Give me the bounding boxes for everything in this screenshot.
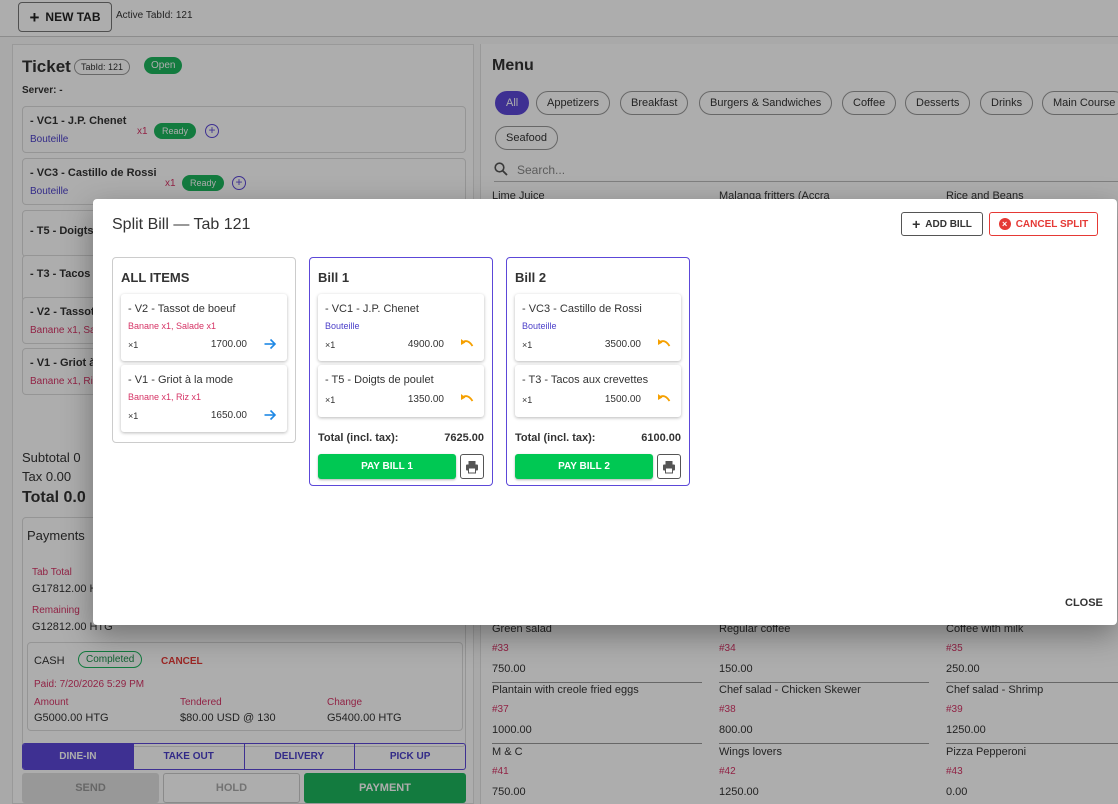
- printer-icon: [663, 460, 675, 473]
- item-name: - T3 - Tacos aux crevettes: [522, 374, 649, 386]
- pay-bill-button[interactable]: PAY BILL 2: [515, 454, 653, 479]
- bill-title: Bill 2: [515, 270, 547, 285]
- split-item-card[interactable]: - V2 - Tassot de boeuf Banane x1, Salade…: [121, 294, 287, 361]
- print-bill-button[interactable]: [460, 454, 484, 479]
- undo-icon[interactable]: [657, 392, 671, 406]
- split-bill-dialog: Split Bill — Tab 121 + ADD BILL × CANCEL…: [93, 199, 1117, 625]
- plus-icon: +: [912, 216, 921, 232]
- item-modifiers: Bouteille: [522, 321, 557, 331]
- item-price: 1700.00: [210, 339, 247, 350]
- item-name: - VC1 - J.P. Chenet: [325, 303, 419, 315]
- item-price: 1350.00: [407, 394, 444, 405]
- arrow-right-icon[interactable]: [263, 337, 277, 351]
- cancel-split-button[interactable]: × CANCEL SPLIT: [989, 212, 1098, 236]
- pay-bill-button[interactable]: PAY BILL 1: [318, 454, 456, 479]
- printer-icon: [466, 460, 478, 473]
- bill-title: Bill 1: [318, 270, 350, 285]
- undo-icon[interactable]: [657, 337, 671, 351]
- item-qty: ×1: [128, 340, 139, 350]
- item-name: - V2 - Tassot de boeuf: [128, 303, 236, 315]
- item-name: - VC3 - Castillo de Rossi: [522, 303, 642, 315]
- item-price: 3500.00: [604, 339, 641, 350]
- split-item-card[interactable]: - VC3 - Castillo de Rossi Bouteille ×1 3…: [515, 294, 681, 361]
- add-bill-label: ADD BILL: [925, 218, 972, 230]
- bill-total-value: 7625.00: [444, 432, 484, 444]
- split-item-card[interactable]: - VC1 - J.P. Chenet Bouteille ×1 4900.00: [318, 294, 484, 361]
- split-item-card[interactable]: - T5 - Doigts de poulet ×1 1350.00: [318, 365, 484, 417]
- column-title: ALL ITEMS: [121, 270, 190, 285]
- undo-icon[interactable]: [460, 392, 474, 406]
- item-qty: ×1: [128, 411, 139, 421]
- undo-icon[interactable]: [460, 337, 474, 351]
- split-item-card[interactable]: - T3 - Tacos aux crevettes ×1 1500.00: [515, 365, 681, 417]
- bill-column-1: Bill 1 - VC1 - J.P. Chenet Bouteille ×1 …: [309, 257, 493, 486]
- item-qty: ×1: [325, 340, 336, 350]
- item-modifiers: Banane x1, Riz x1: [128, 392, 202, 402]
- item-price: 1650.00: [210, 410, 247, 421]
- split-item-card[interactable]: - V1 - Griot à la mode Banane x1, Riz x1…: [121, 365, 287, 432]
- item-name: - T5 - Doigts de poulet: [325, 374, 434, 386]
- cancel-split-label: CANCEL SPLIT: [1015, 218, 1089, 230]
- bill-total-value: 6100.00: [641, 432, 681, 444]
- all-items-column: ALL ITEMS - V2 - Tassot de boeuf Banane …: [112, 257, 296, 443]
- item-modifiers: Banane x1, Salade x1: [128, 321, 217, 331]
- print-bill-button[interactable]: [657, 454, 681, 479]
- bill-column-2: Bill 2 - VC3 - Castillo de Rossi Bouteil…: [506, 257, 690, 486]
- arrow-right-icon[interactable]: [263, 408, 277, 422]
- item-name: - V1 - Griot à la mode: [128, 374, 234, 386]
- bill-total: Total (incl. tax): 6100.00: [515, 432, 681, 444]
- item-qty: ×1: [325, 395, 336, 405]
- bill-total: Total (incl. tax): 7625.00: [318, 432, 484, 444]
- item-price: 1500.00: [604, 394, 641, 405]
- item-qty: ×1: [522, 340, 533, 350]
- dialog-title: Split Bill — Tab 121: [112, 216, 251, 233]
- bill-total-label: Total (incl. tax):: [515, 432, 596, 444]
- bill-total-label: Total (incl. tax):: [318, 432, 399, 444]
- close-button[interactable]: CLOSE: [1065, 597, 1103, 609]
- item-price: 4900.00: [407, 339, 444, 350]
- add-bill-button[interactable]: + ADD BILL: [901, 212, 983, 236]
- item-qty: ×1: [522, 395, 533, 405]
- item-modifiers: Bouteille: [325, 321, 360, 331]
- close-circle-icon: ×: [998, 218, 1011, 230]
